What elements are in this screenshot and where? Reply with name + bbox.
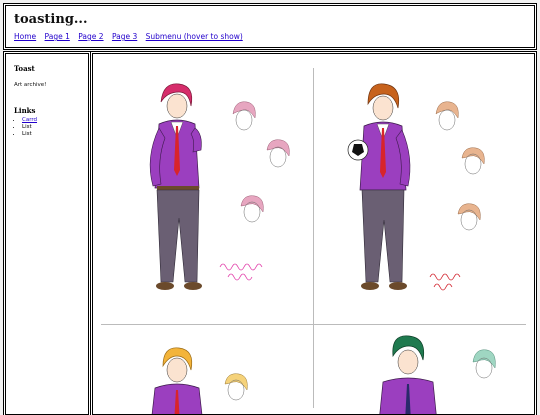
sketch-heads-2 <box>435 101 485 231</box>
links-heading: Links <box>14 106 36 115</box>
links-list: Carrd List List <box>14 117 37 138</box>
carrd-link[interactable]: Carrd <box>22 117 37 123</box>
sidebar-panel: Toast Art archive! Links Carrd List List <box>5 53 89 415</box>
sidebar-title: Toast <box>14 64 35 73</box>
nav-submenu-link[interactable]: Submenu (hover to show) <box>146 32 243 41</box>
sidebar-description: Art archive! <box>14 82 47 88</box>
signature-1-image <box>219 263 263 281</box>
character-illustration-3 <box>151 347 248 414</box>
character-illustration-4 <box>379 335 496 414</box>
character-illustration-2 <box>347 83 411 290</box>
nav-page2-link[interactable]: Page 2 <box>78 32 103 41</box>
nav-page3-link[interactable]: Page 3 <box>112 32 137 41</box>
links-list-item: List <box>22 124 37 131</box>
links-list-item: Carrd <box>22 117 37 124</box>
header-panel: toasting... Home Page 1 Page 2 Page 3 Su… <box>5 5 535 48</box>
nav-home-link[interactable]: Home <box>14 32 36 41</box>
top-nav: Home Page 1 Page 2 Page 3 Submenu (hover… <box>14 32 249 41</box>
main-content-panel <box>92 53 535 415</box>
signature-2-image <box>429 273 461 291</box>
site-title: toasting... <box>14 12 88 27</box>
sketch-heads-1 <box>232 101 290 223</box>
character-illustration-1 <box>149 83 202 290</box>
artwork-horizontal-divider <box>101 324 526 325</box>
nav-page1-link[interactable]: Page 1 <box>45 32 70 41</box>
links-list-item: List <box>22 131 37 138</box>
artwork-vertical-divider <box>313 68 314 408</box>
